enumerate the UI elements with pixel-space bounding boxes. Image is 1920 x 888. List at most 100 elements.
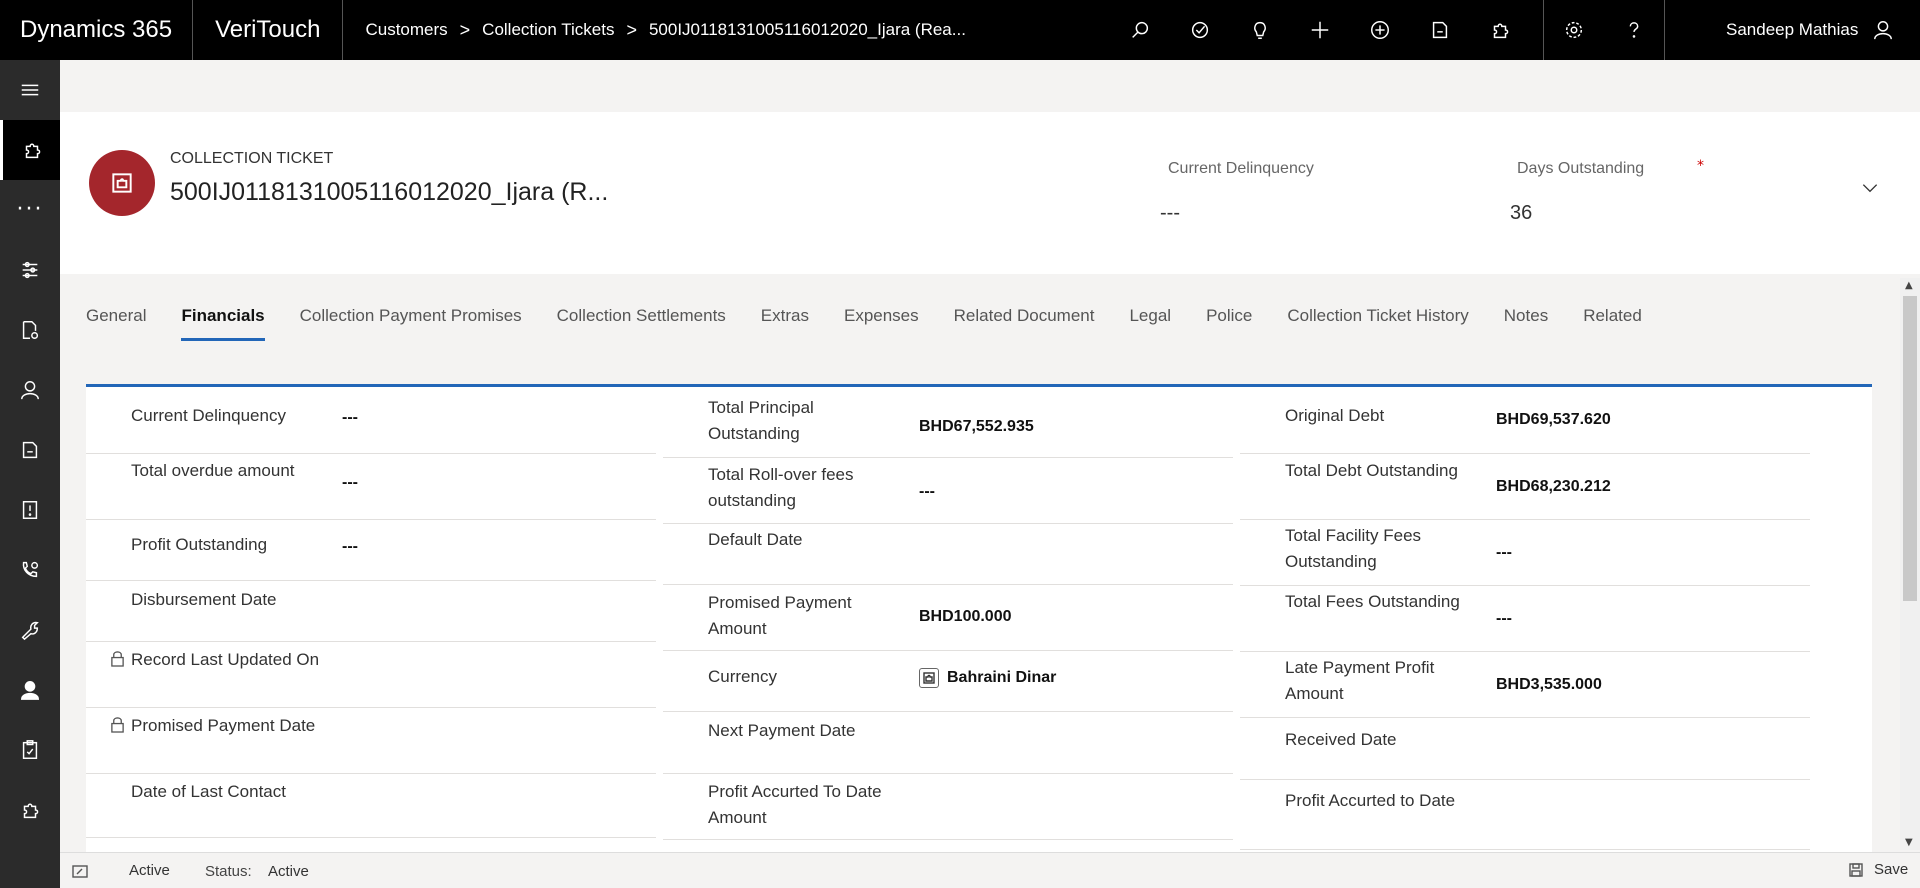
field-profit-accurted-to-date[interactable]: Profit Accurted to Date <box>1240 780 1810 850</box>
tab-general[interactable]: General <box>86 306 146 346</box>
field-total-fees-outstanding[interactable]: Total Fees Outstanding --- <box>1240 586 1810 652</box>
scroll-down-arrow-icon[interactable]: ▼ <box>1905 837 1913 848</box>
save-button[interactable]: Save <box>1848 861 1908 878</box>
person-icon <box>1874 21 1893 40</box>
app-name[interactable]: VeriTouch <box>193 0 344 60</box>
field-promised-payment-amount[interactable]: Promised Payment Amount BHD100.000 <box>663 585 1233 651</box>
field-next-payment-date[interactable]: Next Payment Date <box>663 712 1233 774</box>
field-label: Total Fees Outstanding <box>1285 592 1460 611</box>
field-value: --- <box>919 483 935 500</box>
field-label: Profit Accurted to Date <box>1285 791 1456 810</box>
field-default-date[interactable]: Default Date <box>663 524 1233 585</box>
open-in-window-icon[interactable] <box>72 863 88 883</box>
puzzle-icon[interactable] <box>1470 0 1530 60</box>
field-label: Total Debt Outstanding <box>1285 461 1458 480</box>
header-field-value-current-delinquency: --- <box>1160 202 1180 224</box>
field-total-facility-fees-outstanding[interactable]: Total Facility Fees Outstanding --- <box>1240 520 1810 586</box>
field-total-debt-outstanding[interactable]: Total Debt Outstanding BHD68,230.212 <box>1240 454 1810 520</box>
record-state: Active <box>129 862 170 879</box>
scrollbar-thumb[interactable] <box>1903 296 1917 601</box>
lock-icon <box>110 650 125 672</box>
user-profile[interactable]: Sandeep Mathias <box>1680 0 1894 60</box>
field-date-of-last-contact[interactable]: Date of Last Contact <box>86 774 656 838</box>
hamburger-icon[interactable] <box>0 60 60 120</box>
chevron-down-icon[interactable] <box>1860 178 1880 202</box>
help-icon[interactable] <box>1604 0 1664 60</box>
tab-legal[interactable]: Legal <box>1129 306 1171 346</box>
field-value: --- <box>1496 610 1512 627</box>
field-value: --- <box>342 409 358 426</box>
document-settings-icon[interactable] <box>0 300 60 360</box>
field-label: Original Debt <box>1285 406 1385 425</box>
tab-related[interactable]: Related <box>1583 306 1642 346</box>
breadcrumb-current-record[interactable]: 500IJ0118131005116012020_Ijara (Rea... <box>649 20 966 40</box>
user-active-icon[interactable] <box>0 660 60 720</box>
entity-avatar <box>89 150 155 216</box>
report-icon[interactable] <box>0 480 60 540</box>
tab-notes[interactable]: Notes <box>1504 306 1548 346</box>
field-total-principal-outstanding[interactable]: Total Principal Outstanding BHD67,552.93… <box>663 387 1233 458</box>
chevron-right-icon: > <box>459 19 471 40</box>
vertical-scrollbar[interactable]: ▲ ▼ <box>1900 278 1920 850</box>
more-icon[interactable]: ··· <box>0 180 60 240</box>
field-label: Received Date <box>1285 730 1397 749</box>
field-promised-payment-date[interactable]: Promised Payment Date <box>86 708 656 774</box>
tab-expenses[interactable]: Expenses <box>844 306 919 346</box>
plus-icon[interactable] <box>1290 0 1350 60</box>
tab-collection-ticket-history[interactable]: Collection Ticket History <box>1287 306 1468 346</box>
financials-section: Current Delinquency --- Total overdue am… <box>86 384 1872 854</box>
brand-name[interactable]: Dynamics 365 <box>0 0 194 60</box>
header-field-label-days-outstanding: Days Outstanding <box>1517 160 1645 177</box>
breadcrumb: Customers > Collection Tickets > 500IJ01… <box>343 0 965 60</box>
field-value: BHD69,537.620 <box>1496 411 1611 428</box>
task-flow-icon[interactable] <box>1170 0 1230 60</box>
field-value: --- <box>342 538 358 555</box>
tab-collection-payment-promises[interactable]: Collection Payment Promises <box>300 306 522 346</box>
wrench-icon[interactable] <box>0 600 60 660</box>
advanced-find-icon[interactable] <box>1410 0 1470 60</box>
tab-collection-settlements[interactable]: Collection Settlements <box>557 306 726 346</box>
puzzle-icon[interactable] <box>0 120 60 180</box>
lightbulb-icon[interactable] <box>1230 0 1290 60</box>
field-total-overdue-amount[interactable]: Total overdue amount --- <box>86 454 656 520</box>
phone-settings-icon[interactable] <box>0 540 60 600</box>
field-value: BHD3,535.000 <box>1496 676 1602 693</box>
user-name: Sandeep Mathias <box>1726 20 1859 39</box>
book-icon[interactable] <box>0 420 60 480</box>
field-current-delinquency[interactable]: Current Delinquency --- <box>86 387 656 454</box>
currency-lookup-value[interactable]: Bahraini Dinar <box>919 668 1056 688</box>
dashboard-icon[interactable] <box>0 240 60 300</box>
field-received-date[interactable]: Received Date <box>1240 718 1810 780</box>
currency-name[interactable]: Bahraini Dinar <box>947 669 1056 686</box>
field-disbursement-date[interactable]: Disbursement Date <box>86 581 656 642</box>
command-bar <box>60 60 1920 112</box>
breadcrumb-customers[interactable]: Customers <box>365 20 447 40</box>
breadcrumb-collection-tickets[interactable]: Collection Tickets <box>482 20 614 40</box>
field-profit-accurted-to-date-amount[interactable]: Profit Accurted To Date Amount <box>663 774 1233 840</box>
tab-related-document[interactable]: Related Document <box>954 306 1095 346</box>
circle-plus-icon[interactable] <box>1350 0 1410 60</box>
settings-group <box>1543 0 1665 60</box>
tab-extras[interactable]: Extras <box>761 306 809 346</box>
field-value: BHD68,230.212 <box>1496 478 1611 495</box>
person-icon[interactable] <box>0 360 60 420</box>
form-tabs: General Financials Collection Payment Pr… <box>86 306 1677 346</box>
field-original-debt[interactable]: Original Debt BHD69,537.620 <box>1240 387 1810 454</box>
field-label: Profit Outstanding <box>131 535 268 554</box>
field-profit-outstanding[interactable]: Profit Outstanding --- <box>86 520 656 581</box>
search-icon[interactable] <box>1110 0 1170 60</box>
gear-icon[interactable] <box>1544 0 1604 60</box>
field-currency[interactable]: Currency Bahraini Dinar <box>663 651 1233 712</box>
scroll-up-arrow-icon[interactable]: ▲ <box>1905 280 1913 291</box>
field-total-roll-over-fees-outstanding[interactable]: Total Roll-over fees outstanding --- <box>663 458 1233 524</box>
top-navigation-bar: Dynamics 365 VeriTouch Customers > Colle… <box>0 0 1920 60</box>
gear-puzzle-icon[interactable] <box>0 780 60 840</box>
field-late-payment-profit-amount[interactable]: Late Payment Profit Amount BHD3,535.000 <box>1240 652 1810 718</box>
header-field-value-days-outstanding[interactable]: 36 <box>1510 202 1532 225</box>
save-label: Save <box>1874 861 1909 878</box>
tab-financials[interactable]: Financials <box>181 306 265 346</box>
tab-police[interactable]: Police <box>1206 306 1252 346</box>
field-record-last-updated-on[interactable]: Record Last Updated On <box>86 642 656 708</box>
clipboard-icon[interactable] <box>0 720 60 780</box>
field-label: Late Payment Profit Amount <box>1285 658 1435 703</box>
